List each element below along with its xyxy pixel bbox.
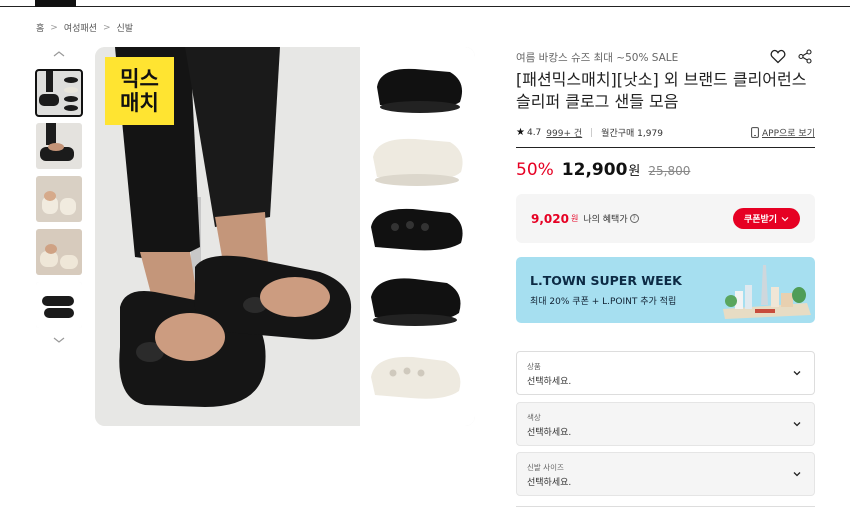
- thumbnail-list: [35, 69, 83, 335]
- currency-label: 원: [628, 164, 641, 179]
- breadcrumb: 홈 > 여성패션 > 신발: [36, 21, 134, 35]
- breadcrumb-women-fashion[interactable]: 여성패션: [64, 21, 97, 34]
- breadcrumb-separator-icon: >: [102, 22, 111, 33]
- chevron-down-icon: [781, 216, 789, 221]
- review-count-link[interactable]: 999+ 건: [546, 126, 582, 139]
- breadcrumb-shoes[interactable]: 신발: [117, 21, 134, 34]
- star-icon: ★: [516, 127, 525, 138]
- heart-icon[interactable]: [770, 49, 786, 64]
- my-benefit-box: 9,020 원 나의 혜택가 ? 쿠폰받기: [516, 194, 815, 243]
- app-view-label: APP으로 보기: [762, 129, 815, 139]
- badge-line-2: 매치: [120, 91, 159, 115]
- price-row: 50% 12,900원 25,800: [516, 160, 690, 180]
- option-value: 선택하세요.: [527, 428, 572, 438]
- original-price: 25,800: [648, 164, 691, 178]
- promo-text[interactable]: 여름 바캉스 슈즈 최대 ~50% SALE: [516, 50, 678, 65]
- phone-icon: [751, 127, 759, 138]
- top-nav-border: [0, 0, 850, 7]
- chevron-down-icon[interactable]: [52, 335, 66, 345]
- main-product-image[interactable]: 믹스 매치: [95, 47, 475, 426]
- option-label: 색상: [527, 413, 541, 422]
- chevron-down-icon: [793, 422, 801, 427]
- thumbnail-2[interactable]: [36, 123, 82, 169]
- chevron-down-icon: [793, 472, 801, 477]
- bottom-divider: [516, 506, 815, 507]
- monthly-sales: 월간구매 1,979: [601, 129, 663, 139]
- option-shoe-size-select[interactable]: 신발 사이즈 선택하세요.: [516, 452, 815, 496]
- active-tab-indicator: [35, 0, 76, 7]
- thumbnail-4[interactable]: [36, 229, 82, 275]
- product-meta: ★ 4.7 999+ 건 월간구매 1,979 APP으로 보기: [516, 126, 815, 139]
- app-view-link[interactable]: APP으로 보기: [751, 126, 815, 139]
- option-label: 상품: [527, 362, 541, 371]
- sale-price: 12,900원: [562, 160, 641, 180]
- benefit-unit: 원: [570, 214, 579, 223]
- banner-title: L.TOWN SUPER WEEK: [530, 273, 682, 288]
- meta-divider: [591, 128, 593, 137]
- breadcrumb-home[interactable]: 홈: [36, 21, 44, 34]
- option-value: 선택하세요.: [527, 377, 572, 387]
- option-product-select[interactable]: 상품 선택하세요.: [516, 351, 815, 395]
- city-illustration: [723, 265, 811, 319]
- thumbnail-5[interactable]: [36, 282, 82, 328]
- action-icons: [770, 49, 812, 64]
- share-icon[interactable]: [798, 49, 812, 64]
- discount-rate: 50%: [516, 160, 554, 180]
- chevron-down-icon: [793, 371, 801, 376]
- badge-line-1: 믹스: [120, 67, 159, 91]
- sale-price-value: 12,900: [561, 160, 628, 180]
- info-icon[interactable]: ?: [629, 214, 639, 223]
- coupon-button-label: 쿠폰받기: [743, 215, 778, 225]
- chevron-up-icon[interactable]: [52, 49, 66, 59]
- product-title: [패션믹스매치][낫소] 외 브랜드 클리어런스 슬리퍼 클로그 샌들 모음: [516, 70, 807, 111]
- thumbnail-3[interactable]: [36, 176, 82, 222]
- banner-subtitle: 최대 20% 쿠폰 + L.POINT 추가 적립: [530, 297, 677, 307]
- breadcrumb-separator-icon: >: [50, 22, 58, 33]
- benefit-amount: 9,020: [531, 211, 569, 226]
- option-color-select[interactable]: 색상 선택하세요.: [516, 402, 815, 446]
- thumbnail-1[interactable]: [35, 69, 83, 117]
- ltown-super-week-banner[interactable]: L.TOWN SUPER WEEK 최대 20% 쿠폰 + L.POINT 추가…: [516, 257, 815, 323]
- title-divider: [516, 147, 815, 148]
- mix-match-badge: 믹스 매치: [105, 57, 174, 125]
- option-value: 선택하세요.: [527, 478, 572, 488]
- coupon-button[interactable]: 쿠폰받기: [733, 208, 800, 229]
- option-label: 신발 사이즈: [527, 463, 564, 472]
- benefit-label: 나의 혜택가: [583, 215, 628, 225]
- rating-value: 4.7: [526, 127, 542, 138]
